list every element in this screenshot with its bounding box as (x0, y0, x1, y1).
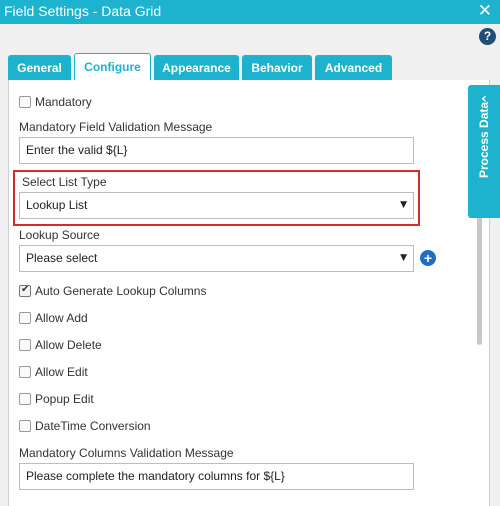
tab-general[interactable]: General (8, 55, 71, 81)
allow-add-checkbox[interactable] (19, 312, 31, 324)
help-icon[interactable]: ? (479, 28, 496, 45)
datetime-conversion-checkbox[interactable] (19, 420, 31, 432)
chevron-down-icon: ▼ (400, 253, 407, 263)
datetime-conversion-label: DateTime Conversion (35, 419, 151, 433)
window-title: Field Settings - Data Grid (4, 3, 162, 19)
lookup-source-label: Lookup Source (19, 228, 100, 242)
tab-behavior[interactable]: Behavior (242, 55, 312, 81)
lookup-source-value: Please select (26, 251, 98, 265)
allow-add-label: Allow Add (35, 311, 88, 325)
allow-delete-checkbox[interactable] (19, 339, 31, 351)
lookup-source-select[interactable]: Please select ▼ (19, 245, 414, 272)
list-type-select[interactable]: Lookup List ▼ (19, 192, 414, 219)
mandatory-columns-message-input[interactable]: Please complete the mandatory columns fo… (19, 463, 414, 490)
popup-edit-checkbox[interactable] (19, 393, 31, 405)
chevron-down-icon: ▼ (400, 200, 407, 210)
allow-edit-label: Allow Edit (35, 365, 88, 379)
tab-bar: General Configure Appearance Behavior Ad… (0, 53, 500, 82)
title-bar: Field Settings - Data Grid ✕ (0, 0, 500, 24)
mandatory-checkbox[interactable] (19, 96, 31, 108)
tab-advanced[interactable]: Advanced (315, 55, 392, 81)
popup-edit-label: Popup Edit (35, 392, 94, 406)
tab-configure[interactable]: Configure (74, 53, 151, 82)
mandatory-columns-message-label: Mandatory Columns Validation Message (19, 446, 234, 460)
close-icon[interactable]: ✕ (478, 1, 492, 21)
process-data-label: Process Data (477, 101, 491, 178)
mandatory-message-input[interactable]: Enter the valid ${L} (19, 137, 414, 164)
list-type-value: Lookup List (26, 198, 88, 212)
mandatory-message-label: Mandatory Field Validation Message (19, 120, 213, 134)
add-lookup-source-button[interactable]: + (420, 250, 436, 266)
mandatory-label: Mandatory (35, 95, 92, 109)
auto-generate-checkbox[interactable] (19, 284, 31, 297)
auto-generate-label: Auto Generate Lookup Columns (35, 284, 207, 298)
process-data-tab[interactable]: ‹ Process Data (468, 85, 500, 218)
configure-panel: Mandatory Mandatory Field Validation Mes… (8, 80, 490, 506)
list-type-label: Select List Type (22, 175, 107, 189)
tab-appearance[interactable]: Appearance (154, 55, 239, 81)
allow-edit-checkbox[interactable] (19, 366, 31, 378)
allow-delete-label: Allow Delete (35, 338, 102, 352)
